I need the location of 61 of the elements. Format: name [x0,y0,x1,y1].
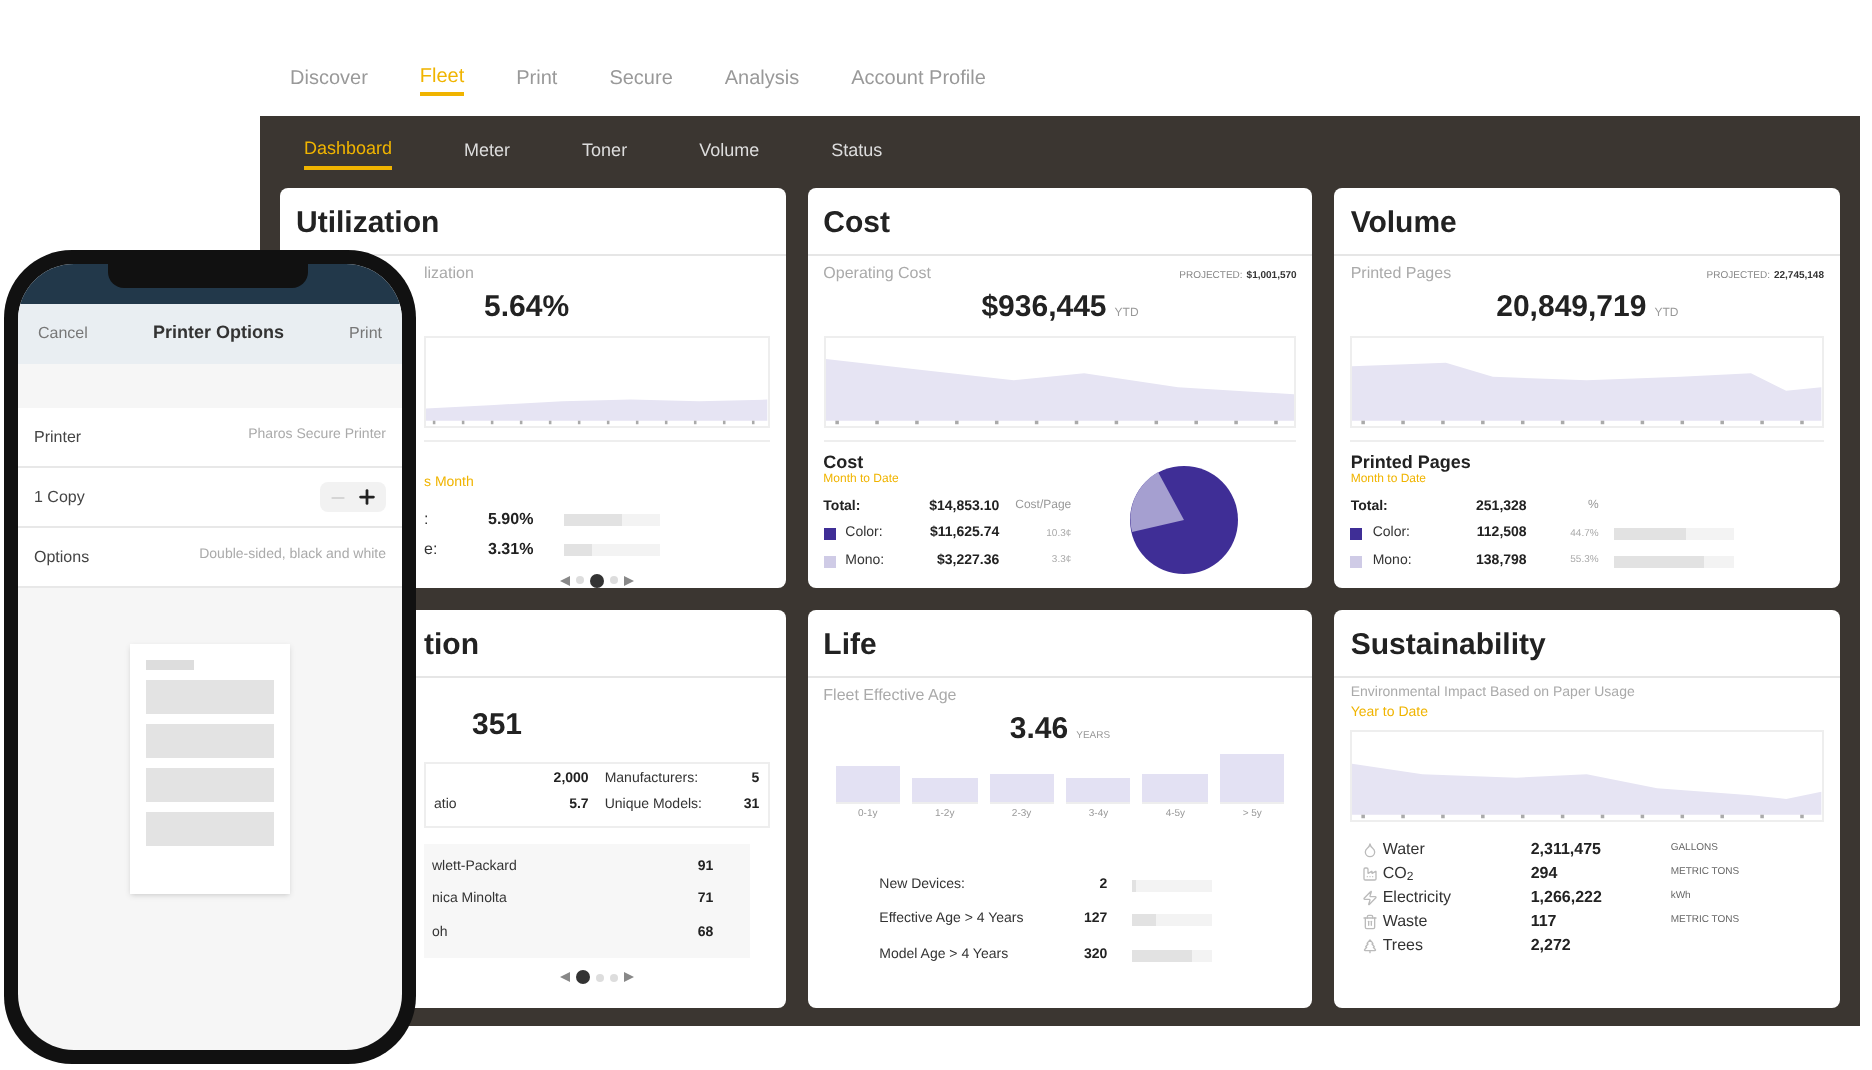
metric-value: 20,849,719 [1496,288,1647,328]
metric-value: 3.46 [1009,709,1069,749]
pie-chart [1129,466,1238,574]
left-arrow-icon[interactable] [559,575,570,585]
option-label: Printer [34,425,82,449]
sub-tab[interactable]: Meter [464,134,511,170]
stat-label: e: [424,537,440,561]
card-title: Sustainability [1350,627,1546,661]
impact-label: Waste [1382,909,1430,933]
impact-label: Trees [1382,933,1425,957]
impact-label: Electricity [1382,885,1454,909]
droplet-icon [1362,841,1379,857]
impact-value: 294 [1530,861,1560,885]
age-bar [1219,754,1285,802]
sub-tab[interactable]: Dashboard [304,134,393,170]
section-title: Printed Pages [1350,453,1473,471]
cancel-button[interactable]: Cancel [38,322,88,346]
section-title: Cost [823,453,866,471]
left-arrow-icon[interactable] [559,972,570,982]
metric-value: 5.64% [484,288,572,328]
impact-value: 117 [1530,909,1559,933]
metric-label: lization [424,262,476,286]
card-title: Cost [823,206,890,240]
screen-title: Printer Options [152,320,284,347]
trash-icon [1362,913,1379,929]
metric-value: 351 [472,707,523,741]
lightning-icon [1362,889,1379,905]
card-title: tion [424,627,479,661]
card-title: Volume [1350,206,1457,240]
age-bar [1066,778,1131,802]
factory-icon [1362,865,1379,881]
metric-value: $936,445 [981,288,1107,328]
impact-value: 2,311,475 [1530,837,1603,861]
metric-label: Fleet Effective Age [823,683,959,707]
right-arrow-icon[interactable] [623,575,634,585]
metric-label: Operating Cost [823,262,931,286]
age-bar [835,766,901,802]
option-label: Options [34,545,90,569]
impact-value: 1,266,222 [1530,885,1604,909]
sub-tab[interactable]: Status [831,134,883,170]
option-row[interactable]: 1 Copy [18,468,402,528]
stat-value: 3.31% [488,537,536,561]
metric-label: Printed Pages [1350,262,1452,286]
sub-tab[interactable]: Volume [699,134,760,170]
stat-label: : [424,507,431,531]
option-label: 1 Copy [34,485,85,509]
age-bar [1142,774,1208,802]
sub-tab[interactable]: Toner [582,134,628,170]
impact-value: 2,272 [1530,933,1573,957]
age-bar [912,778,978,802]
tree-icon [1362,937,1379,953]
card-title: Life [823,627,877,661]
print-button[interactable]: Print [349,322,382,346]
plus-icon[interactable] [356,486,378,508]
card-title: Utilization [296,206,440,240]
copy-stepper[interactable] [320,482,386,512]
impact-label: Water [1382,837,1427,861]
stat-value: 5.90% [488,507,536,531]
right-arrow-icon[interactable] [623,972,634,982]
age-bar [989,774,1055,802]
impact-label: CO$_{2}$ [1382,861,1416,885]
